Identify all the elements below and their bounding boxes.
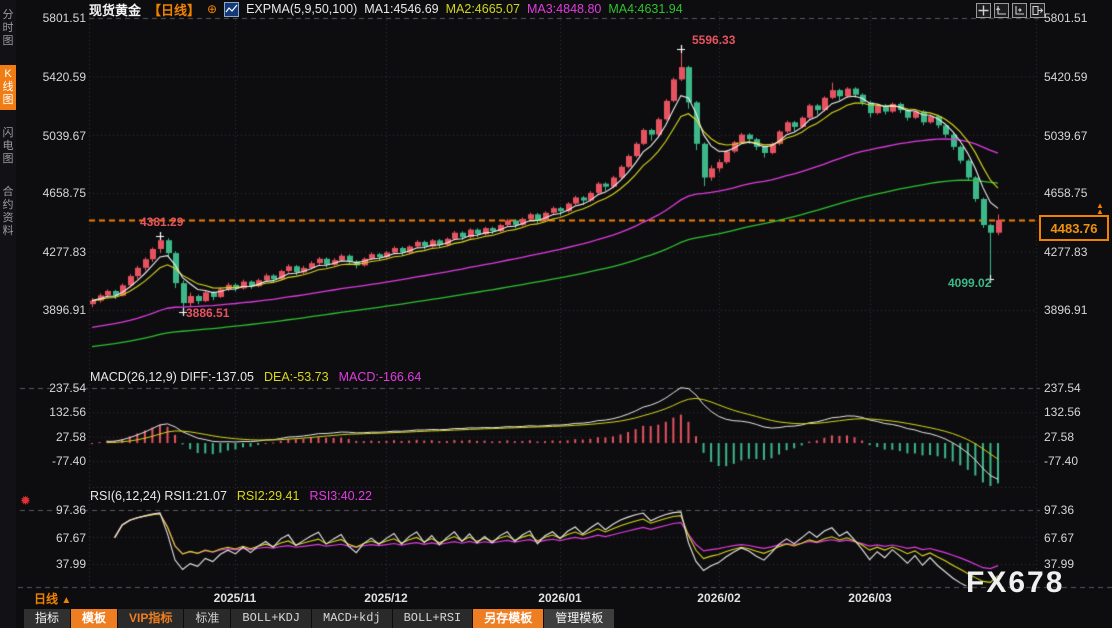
zoom-out-axis-icon[interactable] <box>994 3 1009 18</box>
indicator-label: EXPMA(5,9,50,100) <box>246 2 357 16</box>
toolbar-button-templates[interactable]: 模板 <box>71 609 118 628</box>
macd-dea-value: DEA:-53.73 <box>264 370 329 384</box>
price-axis-label: 5420.59 <box>1044 70 1110 84</box>
sidebar-item-kline-chart[interactable]: K线图 <box>0 65 16 110</box>
month-label: 2025/12 <box>364 591 407 605</box>
month-label: 2026/02 <box>697 591 740 605</box>
period-tag[interactable]: 【日线】 <box>148 0 200 19</box>
month-label: 2026/03 <box>848 591 891 605</box>
price-axis-label: 5039.67 <box>1044 129 1110 143</box>
toolbar-button-boll-kdj[interactable]: BOLL+KDJ <box>231 609 312 628</box>
chevron-up-icon: ▲ <box>61 595 71 606</box>
price-axis-label: 4658.75 <box>20 186 86 200</box>
price-axis-label: 5801.51 <box>20 11 86 25</box>
mini-chart-icon <box>224 2 239 17</box>
symbol-name: 现货黄金 <box>89 0 141 19</box>
chart-canvas[interactable] <box>0 0 1112 628</box>
price-axis-label: 5039.67 <box>20 129 86 143</box>
macd-axis-label: 132.56 <box>20 405 86 419</box>
rsi-axis-label: 67.67 <box>1044 531 1110 545</box>
ma1-value: MA1:4546.69 <box>364 2 438 16</box>
sidebar-item-flash-chart[interactable]: 闪电图 <box>0 124 16 169</box>
month-label: 2026/01 <box>538 591 581 605</box>
zoom-in-axis-icon[interactable] <box>1012 3 1027 18</box>
price-axis-label: 4277.83 <box>20 245 86 259</box>
price-axis-label: 5420.59 <box>20 70 86 84</box>
rsi-axis-label: 97.36 <box>20 503 86 517</box>
macd-macd-value: MACD:-166.64 <box>339 370 422 384</box>
sidebar-item-contract-info[interactable]: 合约资料 <box>0 183 16 241</box>
macd-params: MACD(26,12,9) <box>90 370 177 384</box>
ma2-value: MA2:4665.07 <box>446 2 520 16</box>
left-sidebar: 分时图 K线图 闪电图 合约资料 <box>0 0 16 628</box>
toolbar-button-vip-indicators[interactable]: VIP指标 <box>118 609 184 628</box>
price-axis-label: 5801.51 <box>1044 11 1110 25</box>
rsi-params: RSI(6,12,24) <box>90 489 161 503</box>
recent-low-label: 4099.02 <box>948 276 991 290</box>
macd-axis-label: 132.56 <box>1044 405 1110 419</box>
month-label: 2025/11 <box>214 591 257 605</box>
toolbar-button-macd-kdj[interactable]: MACD+kdj <box>312 609 393 628</box>
rsi1-value: RSI1:21.07 <box>164 489 227 503</box>
period-selector[interactable]: 日线 ▲ <box>34 590 71 607</box>
last-price-tag: 4483.76 <box>1039 215 1109 241</box>
time-axis: 日线 ▲ 2025/11 2025/12 2026/01 2026/02 202… <box>0 590 1112 608</box>
price-axis-label: 3896.91 <box>20 303 86 317</box>
add-indicator-icon[interactable]: ⊕ <box>207 2 217 16</box>
toolbar-button-boll-rsi[interactable]: BOLL+RSI <box>393 609 474 628</box>
rsi-axis-label: 37.99 <box>20 557 86 571</box>
rsi-header: RSI(6,12,24) RSI1:21.07 RSI2:29.41 RSI3:… <box>90 489 372 503</box>
macd-axis-label: -77.40 <box>1044 454 1110 468</box>
chart-header: 现货黄金 【日线】 ⊕ EXPMA(5,9,50,100) MA1:4546.6… <box>89 1 683 17</box>
toolbar-button-indicators[interactable]: 指标 <box>24 609 71 628</box>
peak-high-label: 5596.33 <box>692 33 735 47</box>
rsi2-value: RSI2:29.41 <box>237 489 300 503</box>
crosshair-icon[interactable] <box>976 3 991 18</box>
price-axis-label: 3896.91 <box>1044 303 1110 317</box>
price-axis-label: 4658.75 <box>1044 186 1110 200</box>
pan-right-icon[interactable] <box>1030 3 1045 18</box>
macd-axis-label: -77.40 <box>20 454 86 468</box>
fx678-watermark: FX678 <box>966 566 1064 600</box>
chart-tools <box>976 3 1045 18</box>
macd-diff-value: DIFF:-137.05 <box>180 370 254 384</box>
ma4-value: MA4:4631.94 <box>608 2 682 16</box>
swing-low-label: 3886.51 <box>186 306 229 320</box>
macd-axis-label: 237.54 <box>20 381 86 395</box>
toolbar-button-manage-template[interactable]: 管理模板 <box>544 609 615 628</box>
rsi-axis-label: 67.67 <box>20 531 86 545</box>
rsi3-value: RSI3:40.22 <box>309 489 372 503</box>
ma3-value: MA3:4848.80 <box>527 2 601 16</box>
toolbar-button-save-template[interactable]: 另存模板 <box>473 609 544 628</box>
indicator-toolbar: 指标 模板 VIP指标 标准 BOLL+KDJ MACD+kdj BOLL+RS… <box>16 608 1112 628</box>
price-scroll-arrows[interactable]: ▲▲ <box>1096 203 1104 215</box>
toolbar-button-standard[interactable]: 标准 <box>184 609 231 628</box>
rsi-axis-label: 97.36 <box>1044 503 1110 517</box>
trading-terminal: { "header": { "symbol": "现货黄金", "period_… <box>0 0 1112 628</box>
swing-high-label: 4381.29 <box>140 215 183 229</box>
price-axis-label: 4277.83 <box>1044 245 1110 259</box>
macd-axis-label: 27.58 <box>1044 430 1110 444</box>
macd-axis-label: 237.54 <box>1044 381 1110 395</box>
macd-axis-label: 27.58 <box>20 430 86 444</box>
macd-header: MACD(26,12,9) DIFF:-137.05 DEA:-53.73 MA… <box>90 370 421 384</box>
sidebar-item-time-chart[interactable]: 分时图 <box>0 6 16 51</box>
